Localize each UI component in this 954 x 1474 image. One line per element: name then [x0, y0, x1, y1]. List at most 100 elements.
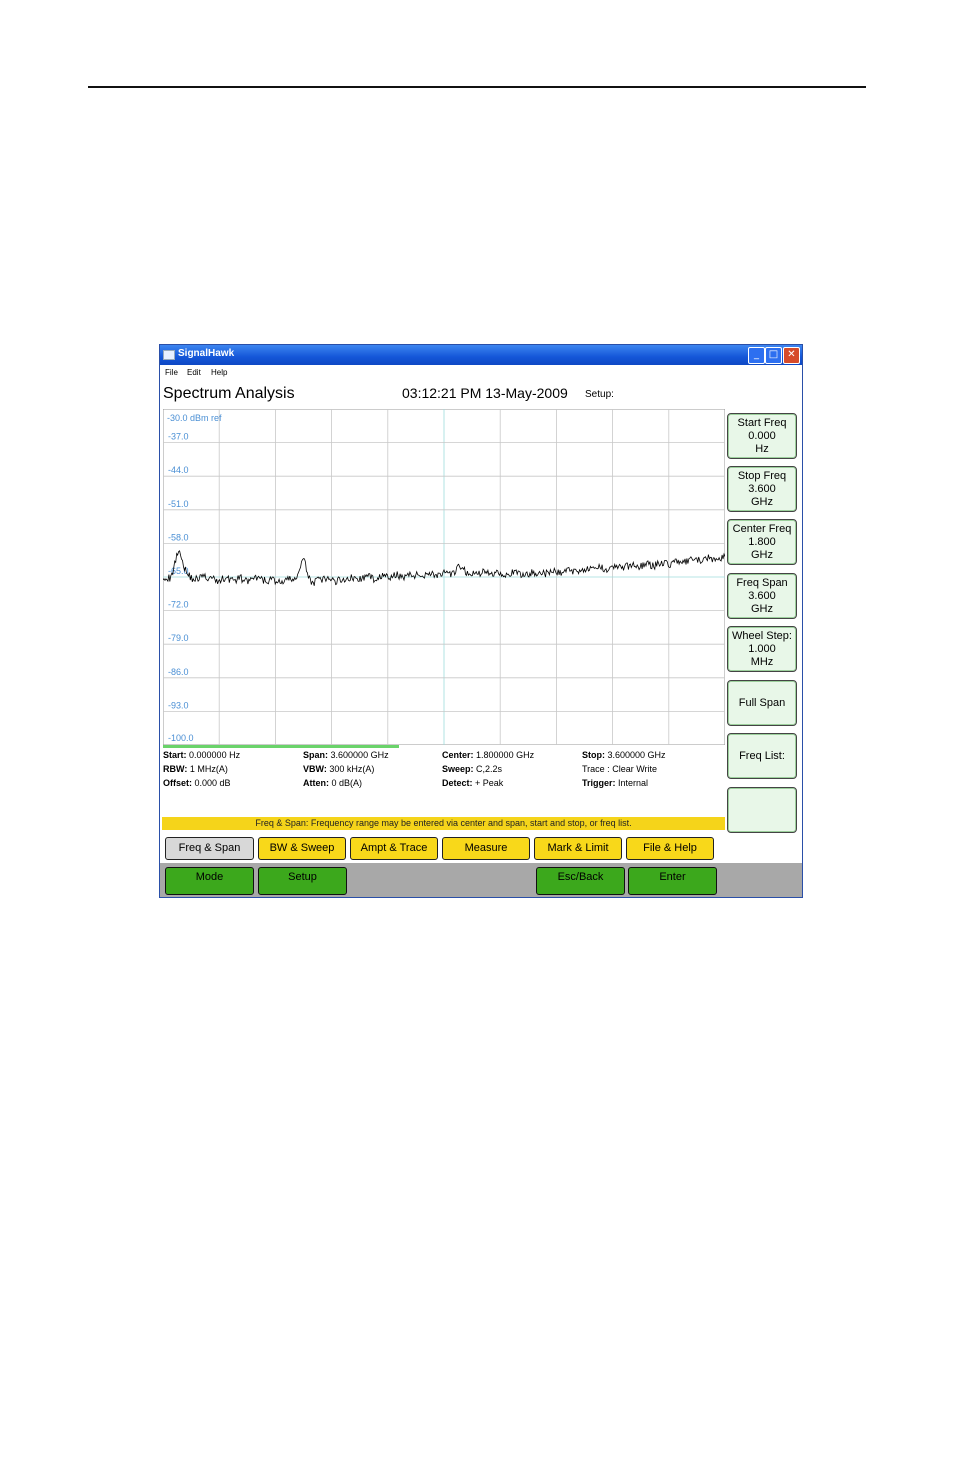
info-atten-value: 0 dB(A)	[331, 778, 363, 788]
setup-label: Setup:	[585, 389, 614, 400]
info-detect: Detect: + Peak	[442, 778, 503, 788]
info-trigger: Trigger: Internal	[582, 778, 648, 788]
wheel-step-value: 1.000	[748, 642, 776, 655]
menu-file[interactable]: File	[165, 368, 178, 377]
y-tick-label: -72.0	[168, 600, 189, 610]
info-center-label: Center:	[442, 750, 474, 760]
title-bar[interactable]: SignalHawk _ □ ✕	[160, 345, 802, 365]
full-span-label: Full Span	[738, 696, 786, 709]
spectrum-plot[interactable]: -37.0-44.0-51.0-58.0-65.0-72.0-79.0-86.0…	[163, 409, 725, 745]
freq-span-title: Freq Span	[736, 576, 788, 589]
menu-bar: File Edit Help	[160, 365, 802, 380]
status-message: Freq & Span: Frequency range may be ente…	[162, 817, 725, 830]
info-center: Center: 1.800000 GHz	[442, 750, 534, 760]
info-rbw-label: RBW:	[163, 764, 188, 774]
wheel-step-button[interactable]: Wheel Step: 1.000 MHz	[727, 626, 797, 672]
blank-softkey-button[interactable]	[727, 787, 797, 833]
sweep-progress-fill	[163, 745, 400, 748]
freq-span-button[interactable]: Freq Span 3.600 GHz	[727, 573, 797, 619]
page-top-rule	[88, 86, 866, 88]
info-stop-label: Stop:	[582, 750, 605, 760]
measurement-info-panel: Start: 0.000000 Hz Span: 3.600000 GHz Ce…	[163, 750, 725, 792]
stop-freq-title: Stop Freq	[737, 469, 787, 482]
center-freq-button[interactable]: Center Freq 1.800 GHz	[727, 519, 797, 565]
info-start-value: 0.000000 Hz	[189, 750, 241, 760]
sweep-progress-bar	[163, 745, 725, 748]
reference-level-label: -30.0 dBm ref	[167, 413, 222, 423]
info-stop-value: 3.600000 GHz	[607, 750, 666, 760]
info-offset-label: Offset:	[163, 778, 192, 788]
full-span-button[interactable]: Full Span	[727, 680, 797, 726]
info-atten-label: Atten:	[303, 778, 329, 788]
info-atten: Atten: 0 dB(A)	[303, 778, 362, 788]
freq-span-value: 3.600	[748, 589, 776, 602]
info-span-label: Span:	[303, 750, 329, 760]
info-stop: Stop: 3.600000 GHz	[582, 750, 666, 760]
info-detect-label: Detect:	[442, 778, 473, 788]
info-start-label: Start:	[163, 750, 187, 760]
y-tick-label: -79.0	[168, 633, 189, 643]
start-freq-button[interactable]: Start Freq 0.000 Hz	[727, 413, 797, 459]
datetime-display: 03:12:21 PM 13-May-2009	[402, 385, 568, 401]
setup-button[interactable]: Setup	[258, 867, 347, 895]
info-trigger-value: Internal	[618, 778, 649, 788]
y-tick-label: -86.0	[168, 667, 189, 677]
info-rbw: RBW: 1 MHz(A)	[163, 764, 228, 774]
tab-bw-sweep[interactable]: BW & Sweep	[258, 837, 346, 860]
wheel-step-unit: MHz	[750, 655, 774, 668]
close-icon[interactable]: ✕	[783, 347, 800, 364]
minimize-icon[interactable]: _	[748, 347, 765, 364]
info-span: Span: 3.600000 GHz	[303, 750, 389, 760]
maximize-icon[interactable]: □	[765, 347, 782, 364]
tab-file-help[interactable]: File & Help	[626, 837, 714, 860]
y-tick-label: -37.0	[168, 432, 189, 442]
tab-ampt-trace[interactable]: Ampt & Trace	[350, 837, 438, 860]
tab-mark-limit[interactable]: Mark & Limit	[534, 837, 622, 860]
info-vbw-value: 300 kHz(A)	[329, 764, 375, 774]
menu-help[interactable]: Help	[211, 368, 227, 377]
info-span-value: 3.600000 GHz	[330, 750, 389, 760]
info-center-value: 1.800000 GHz	[476, 750, 535, 760]
tab-measure[interactable]: Measure	[442, 837, 530, 860]
menu-edit[interactable]: Edit	[187, 368, 201, 377]
start-freq-value: 0.000	[748, 429, 776, 442]
y-tick-label: -100.0	[168, 733, 194, 743]
freq-span-unit: GHz	[751, 602, 773, 615]
center-freq-title: Center Freq	[732, 522, 792, 535]
info-detect-value: + Peak	[475, 778, 504, 788]
stop-freq-button[interactable]: Stop Freq 3.600 GHz	[727, 466, 797, 512]
esc-back-button[interactable]: Esc/Back	[536, 867, 625, 895]
start-freq-unit: Hz	[755, 442, 769, 455]
info-trace-value: Clear Write	[612, 764, 658, 774]
signalhawk-window: SignalHawk _ □ ✕ File Edit Help Spectrum…	[159, 344, 803, 898]
center-freq-unit: GHz	[751, 548, 773, 561]
bottom-softkey-bar: Mode Setup Esc/Back Enter	[160, 863, 802, 897]
stop-freq-value: 3.600	[748, 482, 776, 495]
info-offset-value: 0.000 dB	[194, 778, 231, 788]
info-sweep: Sweep: C,2.2s	[442, 764, 502, 774]
info-vbw: VBW: 300 kHz(A)	[303, 764, 374, 774]
info-vbw-label: VBW:	[303, 764, 327, 774]
info-trace: Trace : Clear Write	[582, 764, 657, 774]
info-sweep-label: Sweep:	[442, 764, 474, 774]
info-start: Start: 0.000000 Hz	[163, 750, 240, 760]
window-title: SignalHawk	[178, 348, 235, 359]
freq-list-label: Freq List:	[739, 749, 785, 762]
info-offset: Offset: 0.000 dB	[163, 778, 231, 788]
info-trigger-label: Trigger:	[582, 778, 616, 788]
center-freq-value: 1.800	[748, 535, 776, 548]
start-freq-title: Start Freq	[737, 416, 787, 429]
page-title: Spectrum Analysis	[163, 385, 295, 402]
mode-button[interactable]: Mode	[165, 867, 254, 895]
info-sweep-value: C,2.2s	[476, 764, 503, 774]
y-tick-label: -44.0	[168, 465, 189, 475]
y-tick-label: -58.0	[168, 532, 189, 542]
enter-button[interactable]: Enter	[628, 867, 717, 895]
app-window-icon	[163, 350, 175, 360]
freq-list-button[interactable]: Freq List:	[727, 733, 797, 779]
info-rbw-value: 1 MHz(A)	[189, 764, 228, 774]
tab-freq-span[interactable]: Freq & Span	[165, 837, 254, 860]
wheel-step-title: Wheel Step:	[732, 629, 792, 642]
y-tick-label: -93.0	[168, 700, 189, 710]
stop-freq-unit: GHz	[751, 495, 773, 508]
